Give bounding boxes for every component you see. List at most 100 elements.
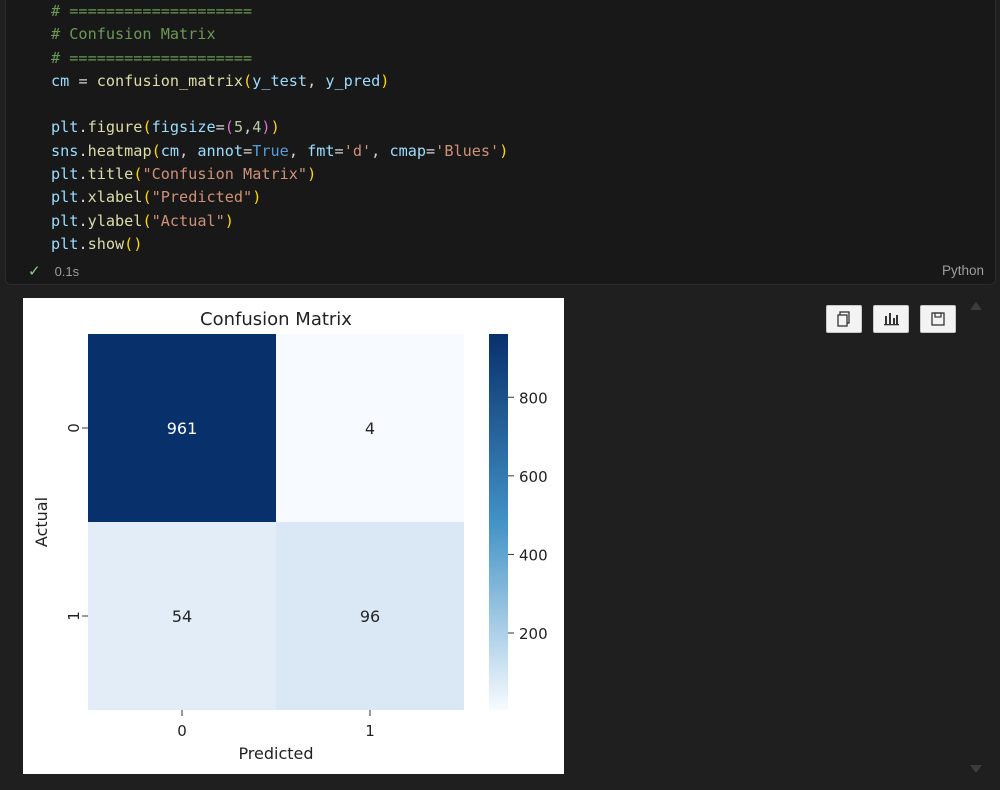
code-token: xlabel (87, 188, 143, 207)
code-token: ) (499, 141, 509, 160)
copy-output-button[interactable] (826, 305, 862, 333)
chart-icon (884, 313, 899, 326)
code-cell[interactable]: # ==================== # Confusion Matrix… (5, 0, 996, 285)
code-token: 5 (233, 118, 244, 137)
code-editor[interactable]: # ==================== # Confusion Matrix… (51, 0, 508, 256)
code-token: plt (51, 234, 79, 253)
copy-icon (837, 311, 850, 327)
code-token: fmt (307, 141, 335, 160)
code-line: plt.title("Confusion Matrix") (51, 163, 508, 186)
code-token: . (78, 234, 88, 253)
code-line: plt.ylabel("Actual") (51, 210, 508, 233)
code-line: sns.heatmap(cm, annot=True, fmt='d', cma… (51, 140, 508, 163)
code-token: ) (252, 188, 262, 207)
code-token: () (124, 234, 143, 253)
code-line: # ==================== (51, 47, 508, 70)
cell-language[interactable]: Python (942, 263, 984, 278)
code-token: , (307, 71, 326, 90)
colorbar-tick-label: 800 (519, 389, 548, 407)
code-line: plt.show() (51, 233, 508, 256)
code-token: , (288, 141, 308, 160)
y-tick-label: 0 (65, 423, 83, 433)
code-token: ( (151, 141, 161, 160)
code-token: plt (51, 188, 79, 207)
code-token: show (87, 234, 125, 253)
code-token: = (426, 141, 436, 160)
scroll-up-arrow-icon[interactable] (970, 302, 982, 310)
code-token: = (243, 141, 253, 160)
code-token: ( (224, 118, 234, 137)
cell-value-label: 54 (172, 607, 192, 626)
confusion-matrix-chart: 961 4 54 96 Confusion Matrix Predicted Actu… (32, 309, 548, 763)
output-toolbar (826, 305, 956, 333)
scroll-down-arrow-icon[interactable] (970, 765, 982, 773)
cell-value-label: 96 (360, 607, 380, 626)
code-token: , (243, 118, 253, 137)
code-token: . (78, 188, 88, 207)
open-chart-button[interactable] (873, 305, 909, 333)
code-token: ) (261, 118, 271, 137)
code-token: cmap (389, 141, 427, 160)
y-axis-label: Actual (32, 497, 51, 547)
code-token: . (78, 118, 88, 137)
x-tick-label: 0 (177, 722, 187, 740)
code-token: figure (87, 118, 143, 137)
code-token: = (334, 141, 344, 160)
check-icon: ✓ (28, 263, 41, 280)
code-token: ) (270, 118, 280, 137)
code-token: sns (51, 141, 79, 160)
code-token: confusion_matrix (96, 71, 244, 90)
code-token: . (78, 165, 88, 184)
code-token: "Predicted" (151, 188, 253, 207)
cell-value-label: 4 (365, 419, 375, 438)
x-tick-label: 1 (365, 722, 375, 740)
code-line: plt.figure(figsize=(5,4)) (51, 116, 508, 139)
code-line: cm = confusion_matrix(y_test, y_pred) (51, 70, 508, 93)
colorbar (489, 334, 508, 710)
code-token: y_test (252, 71, 308, 90)
cell-value-label: 961 (167, 419, 198, 438)
code-token: ( (243, 71, 253, 90)
code-token: , (179, 141, 198, 160)
colorbar-tick-label: 200 (519, 625, 548, 643)
code-token: ( (142, 188, 152, 207)
code-token: . (78, 211, 88, 230)
execution-time: 0.1s (54, 263, 80, 279)
code-token: figsize (151, 118, 216, 137)
execution-status: ✓ 0.1s (28, 262, 79, 280)
code-token: ) (380, 71, 390, 90)
code-token: # Confusion Matrix (51, 25, 216, 44)
chart-title: Confusion Matrix (200, 309, 352, 330)
code-token: plt (51, 118, 79, 137)
y-tick-label: 1 (65, 611, 83, 621)
code-token: "Actual" (151, 211, 225, 230)
code-token: ( (142, 211, 152, 230)
x-axis-label: Predicted (238, 744, 313, 763)
code-token: "Confusion Matrix" (142, 165, 308, 184)
code-token: ) (307, 165, 317, 184)
code-token: ylabel (87, 211, 143, 230)
code-token: 'Blues' (435, 141, 500, 160)
code-token: , (371, 141, 390, 160)
heatmap-figure: 961 4 54 96 Confusion Matrix Predicted Actu… (23, 298, 564, 774)
code-token: # ==================== (51, 2, 253, 20)
colorbar-tick-label: 600 (519, 468, 548, 486)
code-token: 'd' (343, 141, 372, 160)
code-token: plt (51, 165, 79, 184)
code-token: ( (142, 118, 152, 137)
code-token: cm (160, 141, 180, 160)
code-token: heatmap (87, 141, 152, 160)
code-line: # ==================== (51, 0, 508, 23)
code-token: y_pred (325, 71, 381, 90)
code-token: . (78, 141, 88, 160)
code-token: = (215, 118, 225, 137)
code-token: # ==================== (51, 48, 253, 67)
code-token: True (252, 141, 289, 160)
save-output-button[interactable] (920, 305, 956, 333)
code-token: cm (51, 71, 70, 90)
code-token: ) (224, 211, 234, 230)
colorbar-tick-label: 400 (519, 546, 548, 564)
save-icon (931, 312, 945, 326)
code-token: plt (51, 211, 79, 230)
